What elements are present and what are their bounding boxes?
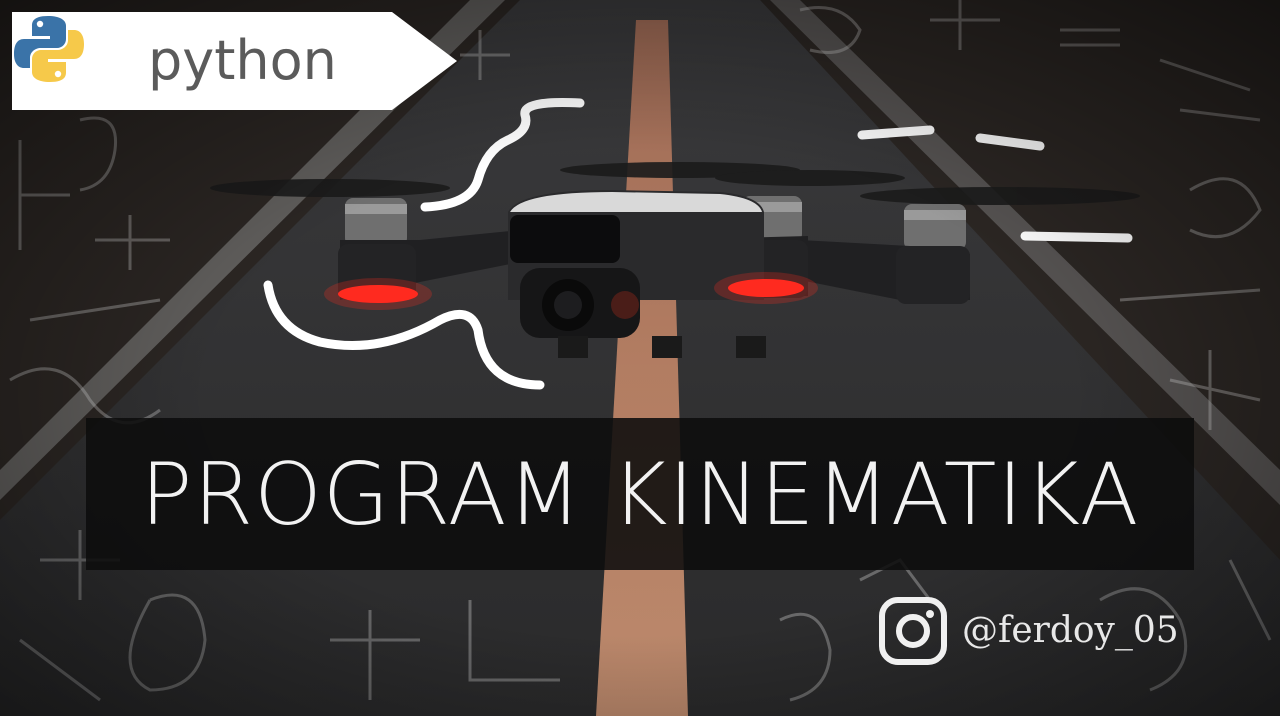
thumbnail-canvas: python PROGRAM KINEMATIKA @ferdoy_05	[0, 0, 1280, 716]
python-label: python	[148, 29, 337, 92]
python-logo-icon	[14, 16, 84, 82]
page-title: PROGRAM KINEMATIKA	[140, 445, 1140, 545]
instagram-handle: @ferdoy_05	[962, 610, 1179, 651]
title-banner: PROGRAM KINEMATIKA	[86, 418, 1194, 570]
instagram-icon	[879, 597, 947, 665]
python-badge: python	[12, 12, 457, 110]
